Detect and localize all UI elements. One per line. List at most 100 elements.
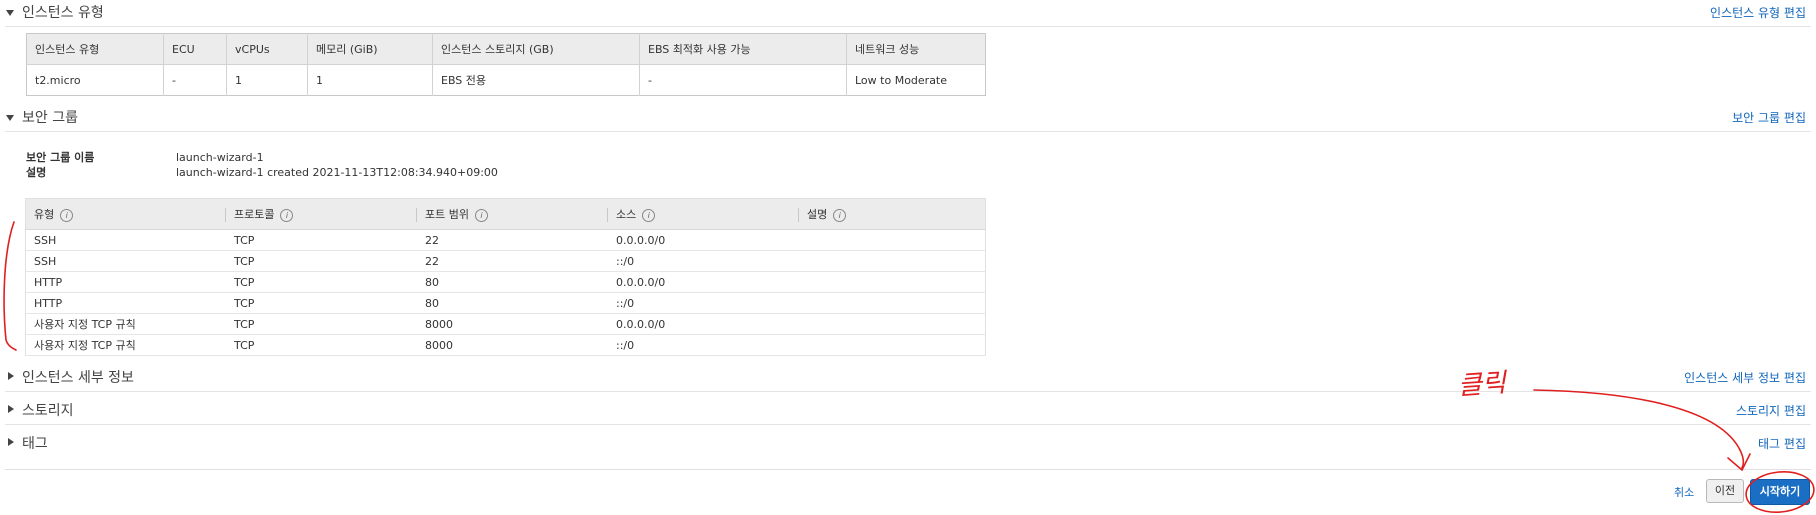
collapse-triangle-icon[interactable]: [8, 372, 14, 380]
table-cell: ::/0: [599, 334, 790, 356]
table-cell: -: [163, 64, 227, 96]
table-row: 사용자 지정 TCP 규칙 TCP 8000 0.0.0.0/0: [25, 313, 986, 335]
section-title[interactable]: 보안 그룹: [22, 107, 78, 129]
column-header: 인스턴스 유형: [26, 33, 164, 65]
cancel-button[interactable]: 취소: [1674, 484, 1694, 500]
table-cell: ::/0: [599, 250, 790, 272]
table-cell: 8000: [408, 334, 599, 356]
info-icon[interactable]: i: [833, 208, 847, 222]
table-cell: 1: [307, 64, 433, 96]
bracket-annotation: [3, 221, 17, 351]
edit-instance-details-link[interactable]: 인스턴스 세부 정보 편집: [1684, 367, 1806, 389]
column-header-source[interactable]: 소스 i: [599, 198, 790, 230]
previous-button[interactable]: 이전: [1706, 479, 1744, 503]
edit-tags-link[interactable]: 태그 편집: [1758, 433, 1806, 455]
table-cell: 0.0.0.0/0: [599, 271, 790, 293]
table-cell: 사용자 지정 TCP 규칙: [25, 313, 217, 335]
divider: [5, 131, 1811, 132]
table-cell: TCP: [217, 313, 408, 335]
table-cell: [790, 292, 986, 314]
section-title[interactable]: 인스턴스 유형: [22, 2, 104, 24]
table-cell: TCP: [217, 334, 408, 356]
footer-divider: [5, 469, 1811, 470]
collapse-triangle-icon[interactable]: [8, 405, 14, 413]
security-group-name-value: launch-wizard-1: [176, 151, 264, 164]
security-group-desc-value: launch-wizard-1 created 2021-11-13T12:08…: [176, 166, 498, 179]
section-instance-type: 인스턴스 유형 인스턴스 유형 편집: [0, 2, 1816, 27]
instance-type-table: 인스턴스 유형 ECU vCPUs 메모리 (GiB) 인스턴스 스토리지 (G…: [26, 33, 986, 96]
info-icon[interactable]: i: [60, 208, 74, 222]
section-title[interactable]: 스토리지: [22, 400, 74, 422]
table-cell: 80: [408, 271, 599, 293]
section-security-group: 보안 그룹 보안 그룹 편집: [0, 107, 1816, 132]
column-header: 메모리 (GiB): [307, 33, 433, 65]
table-cell: TCP: [217, 229, 408, 251]
table-cell: [790, 229, 986, 251]
divider: [5, 424, 1811, 425]
table-cell: Low to Moderate: [846, 64, 986, 96]
table-header-row: 인스턴스 유형 ECU vCPUs 메모리 (GiB) 인스턴스 스토리지 (G…: [26, 33, 986, 65]
table-cell: 80: [408, 292, 599, 314]
info-icon[interactable]: i: [474, 208, 488, 222]
arrowhead-annotation: [1727, 453, 1751, 472]
table-cell: [790, 271, 986, 293]
table-cell: 22: [408, 250, 599, 272]
table-cell: 0.0.0.0/0: [599, 229, 790, 251]
column-header-port-range[interactable]: 포트 범위 i: [408, 198, 599, 230]
table-cell: -: [639, 64, 847, 96]
table-row: 사용자 지정 TCP 규칙 TCP 8000 ::/0: [25, 334, 986, 356]
launch-button[interactable]: 시작하기: [1750, 479, 1810, 505]
section-instance-details: 인스턴스 세부 정보 인스턴스 세부 정보 편집: [0, 367, 1816, 392]
table-row: SSH TCP 22 0.0.0.0/0: [25, 229, 986, 251]
table-cell: [790, 313, 986, 335]
table-cell: TCP: [217, 292, 408, 314]
table-cell: SSH: [25, 229, 217, 251]
column-header: 인스턴스 스토리지 (GB): [432, 33, 640, 65]
table-cell: HTTP: [25, 292, 217, 314]
column-header-type[interactable]: 유형 i: [25, 198, 217, 230]
column-header: vCPUs: [226, 33, 308, 65]
section-tags: 태그 태그 편집: [0, 433, 1816, 455]
table-cell: 1: [226, 64, 308, 96]
column-header-description[interactable]: 설명 i: [790, 198, 986, 230]
section-title[interactable]: 인스턴스 세부 정보: [22, 367, 134, 389]
collapse-triangle-icon[interactable]: [8, 438, 14, 446]
divider: [5, 26, 1811, 27]
table-cell: 사용자 지정 TCP 규칙: [25, 334, 217, 356]
table-row: SSH TCP 22 ::/0: [25, 250, 986, 272]
security-group-desc-row: 설명 launch-wizard-1 created 2021-11-13T12:…: [26, 165, 498, 180]
table-cell: 8000: [408, 313, 599, 335]
security-group-name-label: 보안 그룹 이름: [26, 151, 95, 164]
table-row: t2.micro - 1 1 EBS 전용 - Low to Moderate: [26, 64, 986, 96]
section-title[interactable]: 태그: [22, 433, 48, 455]
table-cell: 22: [408, 229, 599, 251]
table-cell: ::/0: [599, 292, 790, 314]
table-cell: SSH: [25, 250, 217, 272]
divider: [5, 391, 1811, 392]
table-cell: EBS 전용: [432, 64, 640, 96]
table-cell: t2.micro: [26, 64, 164, 96]
security-group-desc-label: 설명: [26, 166, 47, 179]
column-header: ECU: [163, 33, 227, 65]
table-cell: [790, 250, 986, 272]
table-cell: [790, 334, 986, 356]
info-icon[interactable]: i: [280, 208, 294, 222]
table-cell: TCP: [217, 250, 408, 272]
expand-triangle-icon[interactable]: [6, 10, 14, 16]
edit-security-group-link[interactable]: 보안 그룹 편집: [1732, 107, 1806, 129]
column-header: EBS 최적화 사용 가능: [639, 33, 847, 65]
table-row: HTTP TCP 80 ::/0: [25, 292, 986, 314]
section-storage: 스토리지 스토리지 편집: [0, 400, 1816, 425]
info-icon[interactable]: i: [642, 208, 656, 222]
column-header: 네트워크 성능: [846, 33, 986, 65]
security-rules-table: 유형 i 프로토콜 i 포트 범위 i 소스 i 설명 i SSH TCP 22 0.0.…: [25, 198, 986, 356]
edit-instance-type-link[interactable]: 인스턴스 유형 편집: [1710, 2, 1806, 24]
edit-storage-link[interactable]: 스토리지 편집: [1736, 400, 1806, 422]
table-cell: HTTP: [25, 271, 217, 293]
table-header-row: 유형 i 프로토콜 i 포트 범위 i 소스 i 설명 i: [25, 198, 986, 230]
column-header-protocol[interactable]: 프로토콜 i: [217, 198, 408, 230]
table-cell: TCP: [217, 271, 408, 293]
expand-triangle-icon[interactable]: [6, 115, 14, 121]
table-row: HTTP TCP 80 0.0.0.0/0: [25, 271, 986, 293]
table-cell: 0.0.0.0/0: [599, 313, 790, 335]
